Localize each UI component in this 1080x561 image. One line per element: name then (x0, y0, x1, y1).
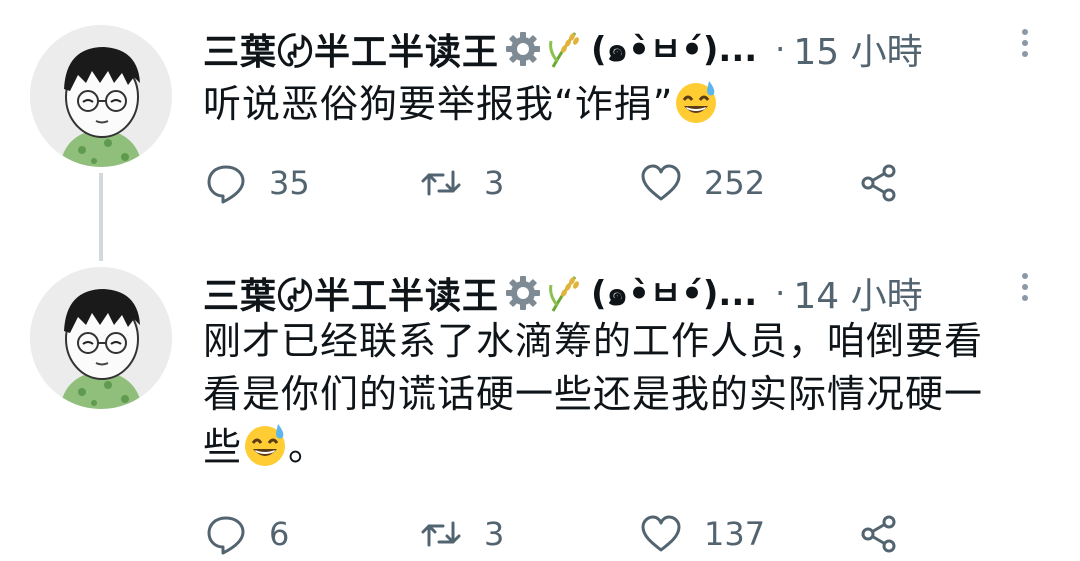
tweet-header: 三葉〄半工半读王 (๑•̀ㅂ•́)... · 14 小時 (203, 268, 1033, 318)
reply-count: 35 (269, 164, 310, 202)
reply-count: 6 (269, 515, 290, 553)
tweet-text: 刚才已经联系了水滴筹的工作人员，咱倒要看 看是你们的谎话硬一些还是我的实际情况硬… (203, 315, 1053, 474)
reply-bubble-icon (205, 513, 247, 555)
like-button[interactable]: 137 (640, 509, 765, 559)
reply-button[interactable]: 35 (205, 158, 310, 208)
display-name-kaomoji: (๑•̀ㅂ•́)... (591, 274, 758, 314)
action-bar: 6 3 137 (203, 509, 923, 559)
heart-icon (640, 162, 682, 204)
separator-dot: · (775, 30, 786, 68)
like-count: 137 (704, 515, 766, 553)
avatar[interactable] (30, 25, 172, 167)
reply-bubble-icon (205, 162, 247, 204)
author-name[interactable]: 三葉〄半工半读王 (203, 267, 499, 319)
tweet[interactable]: 三葉〄半工半读王 (๑•̀ㅂ•́)... · 15 小時 听说恶俗狗要举报我“诈… (0, 0, 1080, 261)
thread-line (99, 173, 103, 261)
separator-dot: · (775, 274, 786, 312)
like-button[interactable]: 252 (640, 158, 765, 208)
avatar[interactable] (30, 267, 172, 409)
tweet-text-line: 刚才已经联系了水滴筹的工作人员，咱倒要看 (203, 319, 984, 363)
action-bar: 35 3 252 (203, 158, 923, 208)
tweet-text-line: 些 (203, 425, 243, 469)
like-count: 252 (704, 164, 766, 202)
retweet-button[interactable]: 3 (420, 158, 504, 208)
timestamp[interactable]: 15 小時 (793, 23, 922, 75)
gear-icon (503, 29, 543, 69)
retweet-count: 3 (484, 515, 505, 553)
tweet-text-line-last: 些 。 (203, 421, 1053, 474)
retweet-button[interactable]: 3 (420, 509, 504, 559)
share-button[interactable] (858, 158, 900, 208)
rice-plant-icon (545, 29, 585, 69)
timestamp[interactable]: 14 小時 (793, 267, 922, 319)
more-vertical-icon[interactable] (1016, 26, 1034, 66)
retweet-count: 3 (484, 164, 505, 202)
heart-icon (640, 513, 682, 555)
more-vertical-icon[interactable] (1016, 270, 1034, 310)
tweet-header: 三葉〄半工半读王 (๑•̀ㅂ•́)... · 15 小時 (203, 24, 1033, 74)
share-icon (858, 513, 900, 555)
retweet-icon (420, 513, 462, 555)
display-name-kaomoji: (๑•̀ㅂ•́)... (591, 30, 758, 70)
share-icon (858, 162, 900, 204)
tweet[interactable]: 三葉〄半工半读王 (๑•̀ㅂ•́)... · 14 小時 刚才已经联系了水滴筹的… (0, 262, 1080, 561)
share-button[interactable] (858, 509, 900, 559)
rice-plant-icon (545, 273, 585, 313)
grinning-sweat-emoji (673, 79, 719, 125)
tweet-text-content: 听说恶俗狗要举报我“诈捐” (203, 82, 674, 126)
retweet-icon (420, 162, 462, 204)
gear-icon (503, 273, 543, 313)
reply-button[interactable]: 6 (205, 509, 289, 559)
tweet-text-tail: 。 (288, 425, 328, 469)
author-name[interactable]: 三葉〄半工半读王 (203, 23, 499, 75)
tweet-text: 听说恶俗狗要举报我“诈捐” (203, 78, 1053, 131)
grinning-sweat-emoji (242, 422, 288, 468)
tweet-text-line: 看是你们的谎话硬一些还是我的实际情况硬一 (203, 372, 984, 416)
